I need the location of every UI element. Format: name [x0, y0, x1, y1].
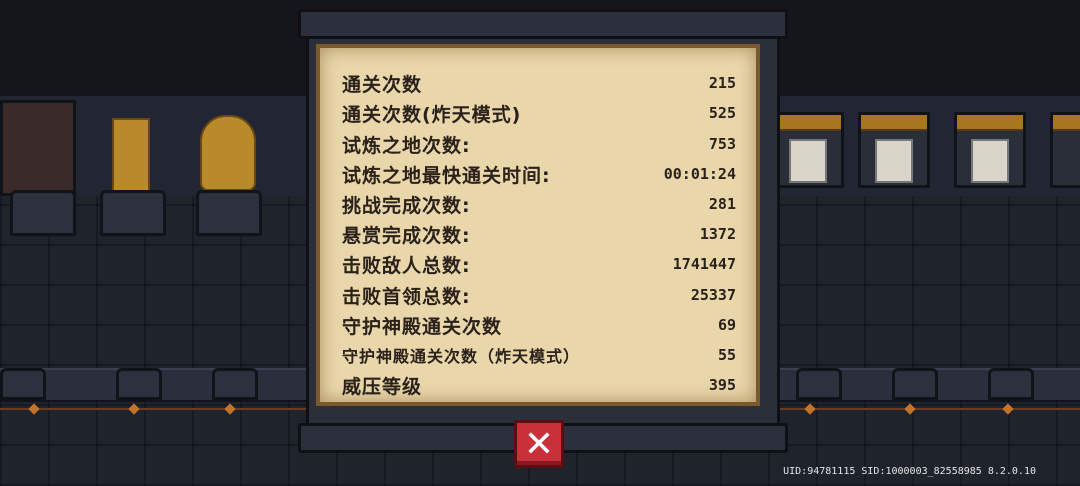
rail-post [0, 368, 46, 400]
rail-post [988, 368, 1034, 400]
trophy-statue-icon [112, 118, 150, 192]
stat-value: 525 [708, 104, 736, 122]
stat-value: 395 [708, 376, 736, 394]
stat-value: 1372 [699, 225, 736, 243]
card-frame [772, 112, 844, 188]
stat-row-temple: 守护神殿通关次数 69 [342, 310, 736, 340]
stat-value: 69 [717, 316, 736, 334]
stat-row-pressure-level: 威压等级 395 [342, 370, 736, 400]
card-frame [954, 112, 1026, 188]
scroll-rod-top [298, 9, 788, 39]
pedestal [100, 190, 166, 236]
stat-row-challenges: 挑战完成次数: 281 [342, 189, 736, 219]
stat-value: 753 [708, 135, 736, 153]
rail-post [116, 368, 162, 400]
stat-label: 守护神殿通关次数 [342, 315, 503, 338]
stat-label: 威压等级 [342, 375, 423, 398]
pedestal [10, 190, 76, 236]
pedestal [196, 190, 262, 236]
stat-row-clears-hard: 通关次数(炸天模式) 525 [342, 98, 736, 128]
rail-post [892, 368, 938, 400]
card-icon [971, 139, 1009, 183]
stat-row-trial-fastest: 试炼之地最快通关时间: 00:01:24 [342, 159, 736, 189]
stat-row-bosses: 击败首领总数: 25337 [342, 280, 736, 310]
stat-label: 试炼之地次数: [342, 134, 471, 157]
stat-label: 悬赏完成次数: [342, 224, 471, 247]
stat-value: 215 [708, 74, 736, 92]
card-frame [1050, 112, 1080, 188]
close-icon: ✕ [523, 423, 555, 465]
stat-value: 281 [708, 195, 736, 213]
card-icon [875, 139, 913, 183]
stat-label: 试炼之地最快通关时间: [342, 164, 551, 187]
stat-row-clears: 通关次数 215 [342, 68, 736, 98]
stat-label: 击败首领总数: [342, 285, 471, 308]
card-icon [789, 139, 827, 183]
stat-row-trials: 试炼之地次数: 753 [342, 129, 736, 159]
rail-post [796, 368, 842, 400]
laurel-trophy-icon [200, 115, 256, 191]
uid-text: UID:94781115 SID:1000003_82558985 8.2.0.… [783, 466, 1036, 477]
stat-label: 击败敌人总数: [342, 254, 471, 277]
stat-value: 55 [717, 346, 736, 364]
stat-value: 25337 [690, 286, 736, 304]
demon-statue-icon [0, 100, 76, 196]
stat-row-enemies: 击败敌人总数: 1741447 [342, 249, 736, 279]
stat-label: 守护神殿通关次数（炸天模式） [342, 347, 581, 366]
card-frame [858, 112, 930, 188]
stat-row-bounties: 悬赏完成次数: 1372 [342, 219, 736, 249]
stat-row-temple-hard: 守护神殿通关次数（炸天模式） 55 [342, 340, 736, 370]
stat-label: 通关次数 [342, 73, 423, 96]
stat-value: 00:01:24 [663, 165, 736, 183]
stats-parchment: 通关次数 215 通关次数(炸天模式) 525 试炼之地次数: 753 试炼之地… [316, 44, 760, 406]
stat-label: 通关次数(炸天模式) [342, 103, 522, 126]
stat-value: 1741447 [672, 255, 736, 273]
stat-label: 挑战完成次数: [342, 194, 471, 217]
rail-post [212, 368, 258, 400]
close-button[interactable]: ✕ [514, 420, 564, 468]
